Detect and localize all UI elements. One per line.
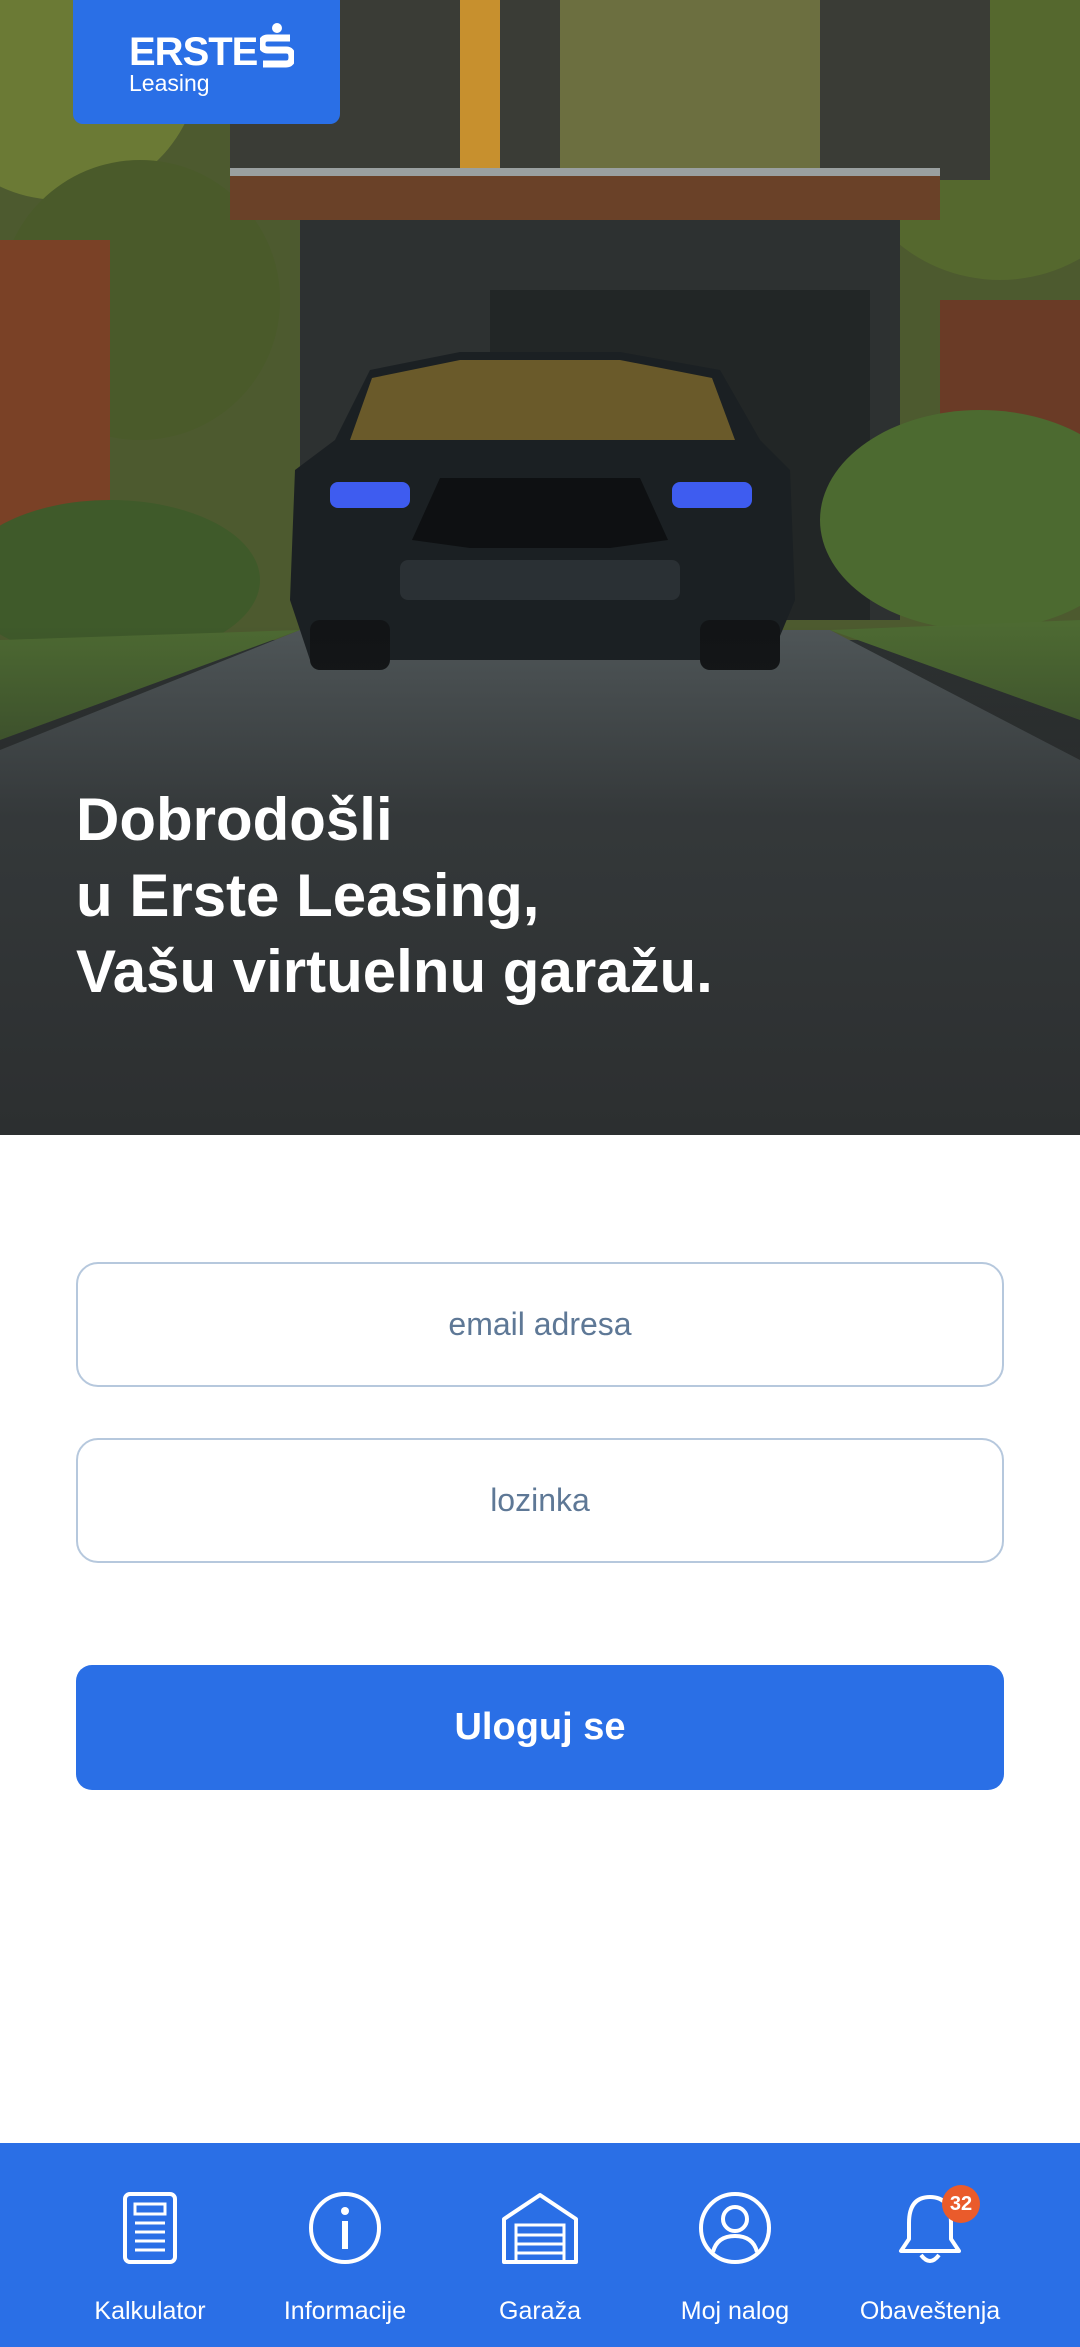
email-field-container: [76, 1262, 1004, 1387]
calculator-document-icon: [123, 2192, 177, 2264]
bottom-navigation: Kalkulator Informacije Garaža Moj nalog …: [0, 2143, 1080, 2347]
welcome-line-3: Vašu virtuelnu garažu.: [76, 938, 713, 1005]
nav-item-calculator[interactable]: Kalkulator: [52, 2143, 248, 2347]
logo-brand-name: ERSTE: [129, 30, 258, 74]
email-input[interactable]: [78, 1264, 1002, 1385]
garage-icon: [502, 2193, 578, 2264]
nav-label-information: Informacije: [283, 2297, 407, 2325]
nav-item-notifications[interactable]: 32 Obaveštenja: [832, 2143, 1028, 2347]
nav-label-calculator: Kalkulator: [94, 2297, 206, 2325]
nav-item-garage[interactable]: Garaža: [442, 2143, 638, 2347]
nav-label-garage: Garaža: [499, 2297, 581, 2325]
nav-item-information[interactable]: Informacije: [247, 2143, 443, 2347]
logo-brand-sub: Leasing: [129, 70, 210, 96]
password-field-container: [76, 1438, 1004, 1563]
user-account-icon: [699, 2192, 771, 2264]
nav-label-my-account: Moj nalog: [680, 2297, 790, 2325]
erste-s-mark-icon: [260, 23, 294, 68]
nav-label-notifications: Obaveštenja: [859, 2297, 1001, 2325]
hero-section: ERSTE Leasing Dobrodošli u Erste Leasing…: [0, 0, 1080, 1135]
notification-count-badge: 32: [942, 2185, 980, 2223]
erste-leasing-logo: ERSTE Leasing: [73, 0, 340, 124]
login-button[interactable]: Uloguj se: [76, 1665, 1004, 1790]
welcome-line-1: Dobrodošli: [76, 786, 393, 853]
welcome-heading: Dobrodošli u Erste Leasing, Vašu virtuel…: [76, 782, 976, 1010]
welcome-line-2: u Erste Leasing,: [76, 862, 540, 929]
info-icon: [309, 2192, 381, 2264]
login-screen: ERSTE Leasing Dobrodošli u Erste Leasing…: [0, 0, 1080, 2347]
password-input[interactable]: [78, 1440, 1002, 1561]
nav-item-my-account[interactable]: Moj nalog: [637, 2143, 833, 2347]
